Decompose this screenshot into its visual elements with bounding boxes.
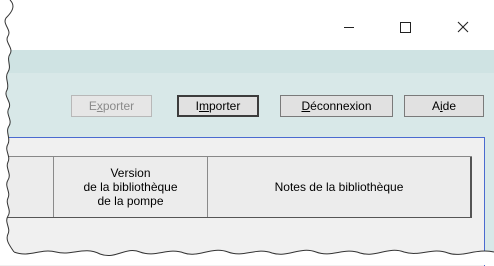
logout-label: Déconnexion — [301, 99, 372, 113]
maximize-button[interactable] — [382, 12, 428, 42]
import-label: Importer — [195, 99, 241, 113]
export-label: Exporter — [88, 99, 135, 113]
export-button[interactable]: Exporter — [71, 95, 152, 117]
maximize-icon — [400, 22, 411, 33]
column-header-version-line-1: Version — [110, 166, 151, 180]
title-bar — [0, 0, 494, 50]
column-header-pump-library-version[interactable]: Version de la bibliothèque de la pompe — [54, 157, 208, 217]
help-button[interactable]: Aide — [404, 95, 484, 117]
column-header-first[interactable] — [0, 157, 54, 217]
menu-bar — [0, 50, 494, 73]
minimize-icon — [344, 27, 354, 28]
minimize-button[interactable] — [326, 12, 372, 42]
column-header-version-line-3: de la pompe — [97, 194, 164, 208]
help-label: Aide — [431, 99, 457, 113]
logout-button[interactable]: Déconnexion — [280, 95, 393, 117]
column-header-version-line-2: de la bibliothèque — [83, 180, 178, 194]
import-button[interactable]: Importer — [177, 95, 259, 117]
close-icon — [457, 21, 469, 33]
library-table-header: Version de la bibliothèque de la pompe N… — [0, 156, 472, 218]
column-header-library-notes[interactable]: Notes de la bibliothèque — [208, 157, 472, 217]
close-button[interactable] — [440, 12, 486, 42]
column-header-library-notes-label: Notes de la bibliothèque — [274, 180, 404, 194]
